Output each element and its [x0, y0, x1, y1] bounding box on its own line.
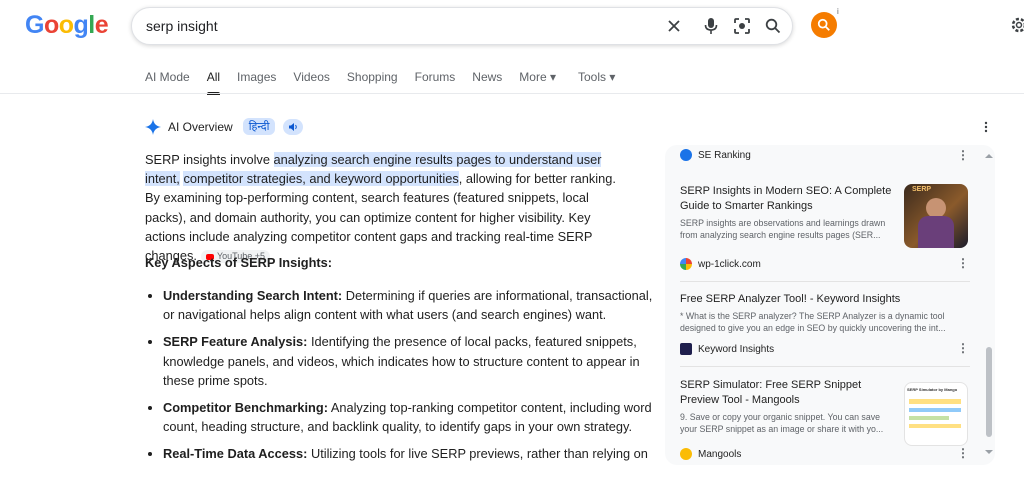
source-name: Mangools: [698, 448, 742, 460]
key-aspects-list: Understanding Search Intent: Determining…: [145, 286, 653, 472]
thumbnail-person: [926, 198, 946, 218]
aspect-term: SERP Feature Analysis:: [163, 334, 308, 350]
list-item: Competitor Benchmarking: Analyzing top-r…: [163, 398, 653, 436]
list-item: SERP Feature Analysis: Identifying the p…: [163, 332, 653, 390]
clear-icon[interactable]: [664, 16, 684, 36]
se-ranking-icon: [680, 149, 692, 161]
mangools-icon: [680, 448, 692, 460]
ai-overview-more-icon[interactable]: [984, 120, 988, 138]
source-card-thumbnail[interactable]: SERP: [904, 184, 968, 248]
summary-text: SERP insights involve: [145, 152, 274, 167]
thumbnail-text: SERP: [912, 186, 932, 193]
source-se-ranking[interactable]: SE Ranking: [680, 149, 751, 161]
search-box[interactable]: [131, 7, 793, 45]
tab-news[interactable]: News: [472, 70, 502, 94]
list-item: Understanding Search Intent: Determining…: [163, 286, 653, 324]
sources-scrollbar[interactable]: [984, 154, 994, 460]
source-card-title[interactable]: SERP Simulator: Free SERP Snippet Previe…: [680, 378, 894, 408]
source-card-title[interactable]: SERP Insights in Modern SEO: A Complete …: [680, 184, 894, 214]
notification-dot: i: [837, 7, 839, 16]
scroll-down-icon[interactable]: [984, 448, 994, 456]
tab-images[interactable]: Images: [237, 70, 276, 94]
source-keyword-insights[interactable]: Keyword Insights: [680, 343, 774, 355]
settings-gear-icon[interactable]: [1010, 16, 1024, 34]
logo-letter: g: [73, 11, 89, 39]
aspect-term: Competitor Benchmarking:: [163, 400, 328, 416]
search-tabs: AI Mode All Images Videos Shopping Forum…: [145, 70, 632, 95]
ai-overview-title: AI Overview: [168, 119, 233, 134]
card-divider: [680, 366, 970, 367]
speaker-icon: [289, 122, 298, 131]
search-icon: [817, 18, 830, 31]
source-card-snippet: * What is the SERP analyzer? The SERP An…: [680, 311, 946, 333]
wp-1click-icon: [680, 258, 692, 270]
tab-shopping[interactable]: Shopping: [347, 70, 398, 94]
tab-videos[interactable]: Videos: [293, 70, 329, 94]
source-card[interactable]: Free SERP Analyzer Tool! - Keyword Insig…: [680, 292, 970, 334]
logo-letter: o: [43, 11, 59, 39]
tab-tools[interactable]: Tools ▾: [578, 70, 615, 94]
search-icon[interactable]: [763, 16, 783, 36]
source-card-title[interactable]: Free SERP Analyzer Tool! - Keyword Insig…: [680, 292, 970, 307]
gemini-sparkle-icon: [145, 118, 161, 135]
thumbnail-graphic: [909, 416, 949, 420]
key-aspects-heading: Key Aspects of SERP Insights:: [145, 255, 333, 270]
thumbnail-text: SERP Simulator by Mango: [907, 387, 958, 392]
source-name: SE Ranking: [698, 149, 751, 161]
source-card-thumbnail[interactable]: SERP Simulator by Mango: [904, 382, 968, 446]
logo-letter: o: [58, 11, 74, 39]
sources-panel: SE Ranking ⋮ SERP Insights in Modern SEO…: [665, 145, 995, 465]
more-options-icon[interactable]: ⋮: [957, 341, 969, 355]
source-name: Keyword Insights: [698, 343, 775, 355]
scroll-up-icon[interactable]: [984, 152, 994, 160]
header-divider: [0, 93, 1024, 94]
logo-letter: e: [94, 11, 109, 39]
aspect-term: Understanding Search Intent:: [163, 288, 343, 303]
aspect-term: Real-Time Data Access:: [163, 446, 308, 462]
source-wp-1click[interactable]: wp-1click.com: [680, 258, 761, 270]
source-card-snippet: 9. Save or copy your organic snippet. Yo…: [680, 412, 884, 434]
aspect-text: Utilizing tools for live SERP previews, …: [307, 446, 648, 462]
tab-all[interactable]: All: [206, 70, 221, 95]
thumbnail-graphic: [909, 424, 961, 428]
microphone-icon[interactable]: [701, 16, 721, 36]
listen-button[interactable]: [283, 118, 304, 135]
scrollbar-thumb[interactable]: [986, 347, 992, 437]
thumbnail-graphic: [909, 408, 961, 412]
summary-highlight[interactable]: competitor strategies, and keyword oppor…: [183, 171, 459, 187]
keyword-insights-icon: [680, 343, 692, 355]
search-input[interactable]: [146, 8, 646, 44]
account-avatar[interactable]: [811, 12, 837, 38]
google-logo[interactable]: Google: [25, 11, 109, 40]
source-name: wp-1click.com: [698, 258, 761, 270]
tab-more[interactable]: More ▾: [519, 70, 556, 94]
source-card-snippet: SERP insights are observations and learn…: [680, 218, 886, 240]
lens-camera-icon[interactable]: [732, 16, 752, 36]
thumbnail-graphic: [909, 399, 961, 404]
more-options-icon[interactable]: ⋮: [957, 446, 969, 460]
ai-overview-summary: SERP insights involve analyzing search e…: [145, 150, 633, 265]
thumbnail-person: [918, 216, 954, 248]
ai-overview-header: AI Overview हिन्दी: [145, 118, 304, 135]
source-mangools[interactable]: Mangools: [680, 448, 741, 460]
list-item: Real-Time Data Access: Utilizing tools f…: [163, 444, 653, 463]
more-options-icon[interactable]: ⋮: [957, 256, 969, 270]
tab-ai-mode[interactable]: AI Mode: [145, 70, 190, 94]
more-options-icon[interactable]: ⋮: [957, 148, 969, 162]
logo-letter: G: [25, 11, 44, 39]
tab-forums[interactable]: Forums: [415, 70, 456, 94]
language-chip[interactable]: हिन्दी: [242, 118, 276, 135]
card-divider: [680, 281, 970, 282]
